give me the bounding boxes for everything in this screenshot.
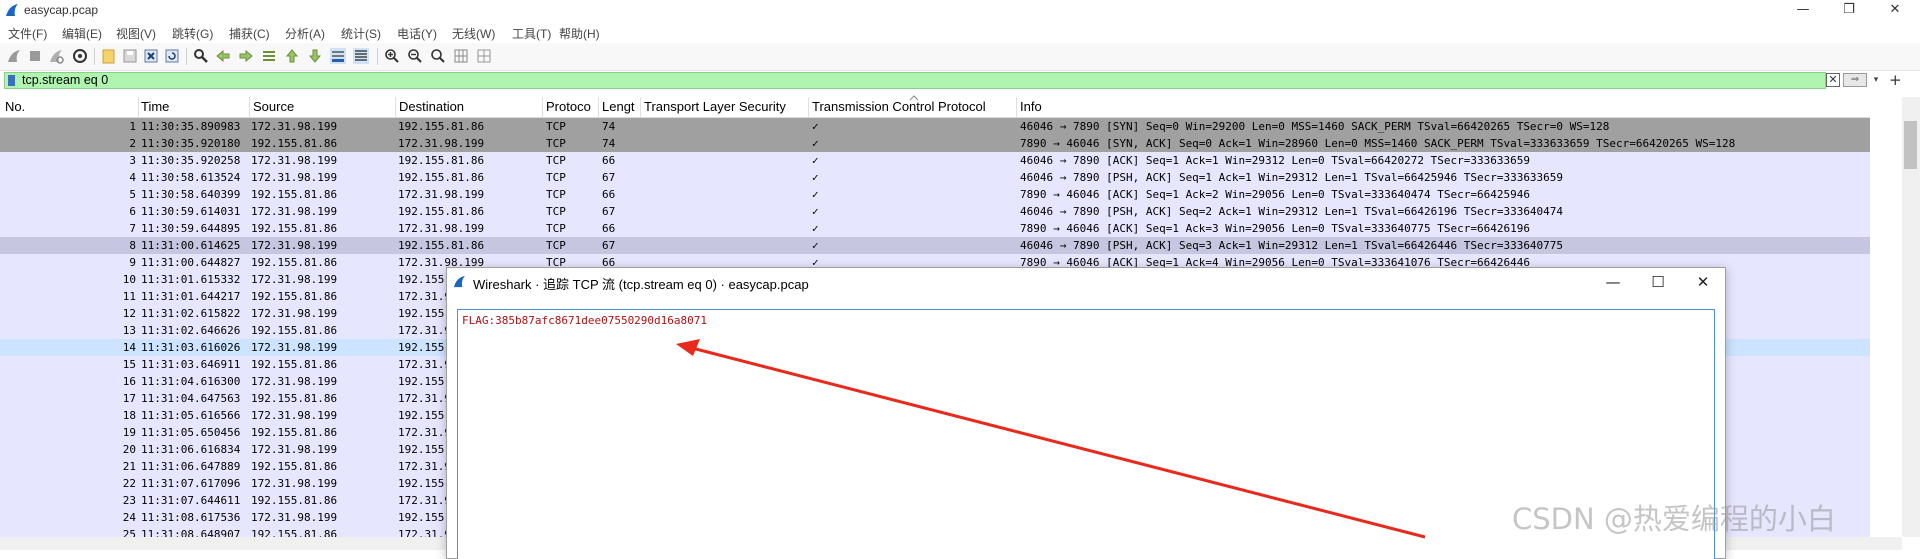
arrow-shaft bbox=[691, 346, 1426, 539]
annotation-arrow bbox=[676, 339, 1426, 539]
watermark-text: CSDN @热爱编程的小白 bbox=[1512, 502, 1836, 536]
arrow-head bbox=[676, 339, 700, 356]
